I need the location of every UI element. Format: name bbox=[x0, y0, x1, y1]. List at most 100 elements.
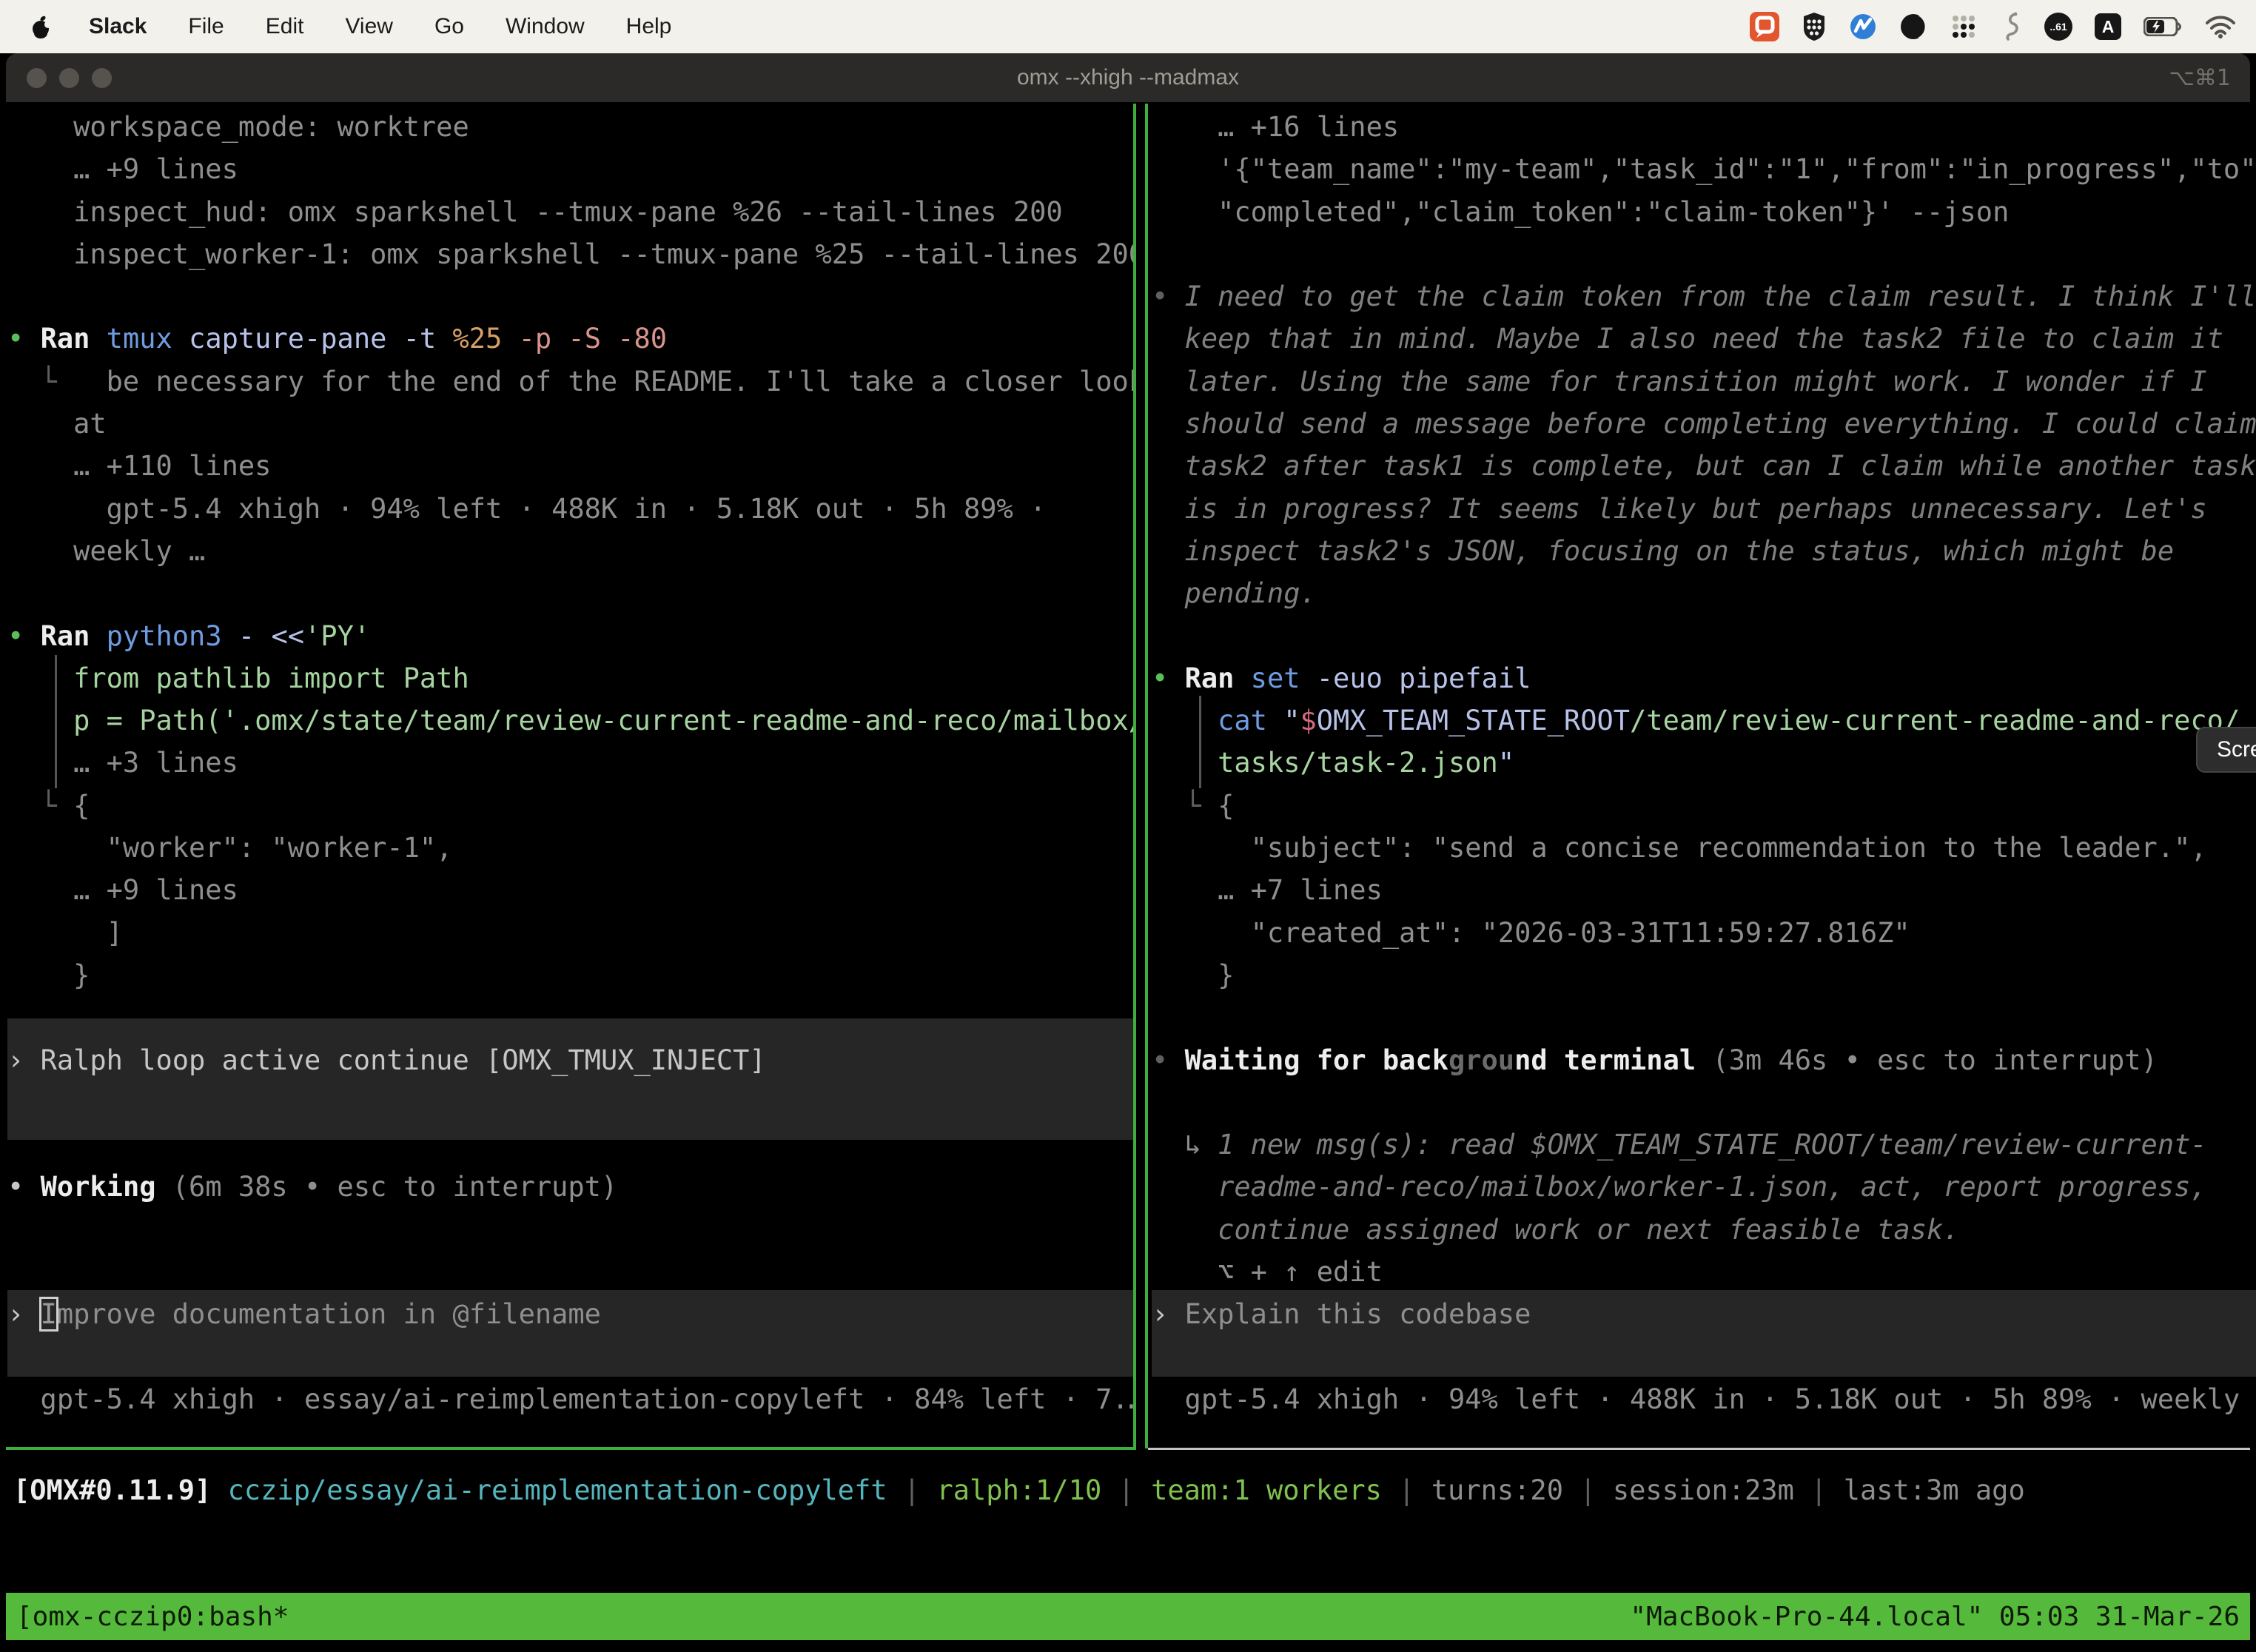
text-segment: • bbox=[7, 323, 41, 355]
terminal-line: '{"team_name":"my-team","task_id":"1","f… bbox=[1152, 148, 2256, 190]
spark-icon[interactable] bbox=[1849, 13, 1877, 41]
dots-grid-icon[interactable] bbox=[1950, 13, 1978, 41]
terminal-line: tasks/task-2.json" bbox=[1152, 742, 2256, 784]
terminal-line: workspace_mode: worktree bbox=[7, 106, 1133, 148]
text-segment: /team/review-current-readme-and-reco/ bbox=[1630, 705, 2240, 736]
terminal-line bbox=[1152, 996, 2256, 1038]
menu-window[interactable]: Window bbox=[506, 14, 585, 39]
terminal-line: keep that in mind. Maybe I also need the… bbox=[1152, 318, 2256, 360]
terminal-line: weekly … bbox=[7, 530, 1133, 572]
menu-slack[interactable]: Slack bbox=[89, 14, 147, 39]
prompt-input[interactable]: › Ralph loop active continue [OMX_TMUX_I… bbox=[7, 1039, 1133, 1081]
text-segment: • bbox=[1152, 1044, 1185, 1076]
text-segment: $ bbox=[1300, 705, 1317, 736]
menu-help[interactable]: Help bbox=[626, 14, 672, 39]
terminal-line: └ { bbox=[1152, 785, 2256, 827]
text-segment: nd terminal bbox=[1514, 1044, 1712, 1076]
terminal-line: later. Using the same for transition mig… bbox=[1152, 360, 2256, 403]
text-segment: ralph:1/10 bbox=[936, 1474, 1101, 1506]
text-segment: ] bbox=[7, 917, 123, 949]
text-segment: at bbox=[7, 408, 107, 440]
text-segment: › bbox=[7, 1298, 41, 1330]
text-segment: '{"team_name":"my-team","task_id":"1","f… bbox=[1152, 153, 2256, 185]
terminal-line bbox=[7, 572, 1133, 614]
menu-file[interactable]: File bbox=[188, 14, 224, 39]
badge-61-icon[interactable]: ..61 bbox=[2044, 13, 2072, 41]
text-segment: session:23m bbox=[1613, 1474, 1794, 1506]
terminal-line: cat "$OMX_TEAM_STATE_ROOT/team/review-cu… bbox=[1152, 699, 2256, 742]
text-segment: … +110 lines bbox=[7, 450, 271, 482]
terminal-line: "completed","claim_token":"claim-token"}… bbox=[1152, 191, 2256, 233]
battery-icon[interactable] bbox=[2143, 17, 2182, 36]
text-segment: | bbox=[887, 1474, 937, 1506]
squiggle-icon[interactable] bbox=[2000, 12, 2022, 41]
terminal-line: • Working (6m 38s • esc to interrupt) bbox=[7, 1166, 1133, 1208]
text-segment: "worker": "worker-1", bbox=[7, 832, 452, 864]
text-segment: | bbox=[1794, 1474, 1844, 1506]
text-segment: … +7 lines bbox=[1152, 874, 1383, 906]
text-segment: << bbox=[271, 620, 304, 652]
text-segment: -euo pipefail bbox=[1317, 662, 1531, 694]
text-segment: └ bbox=[7, 366, 107, 397]
text-segment: from pathlib import Path bbox=[7, 662, 469, 694]
terminal-line bbox=[1152, 1081, 2256, 1124]
pie-chart-icon[interactable] bbox=[1899, 13, 1927, 41]
terminal-line bbox=[7, 1251, 1133, 1293]
text-segment: } bbox=[1152, 959, 1234, 991]
prompt-input[interactable]: › Explain this codebase bbox=[1152, 1293, 2256, 1335]
text-segment: is in progress? It seems likely but perh… bbox=[1152, 493, 2207, 525]
chat-app-icon[interactable] bbox=[1750, 12, 1779, 41]
terminal-line: … +9 lines bbox=[7, 869, 1133, 911]
menu-edit[interactable]: Edit bbox=[266, 14, 304, 39]
pane-divider[interactable] bbox=[1145, 104, 1148, 1448]
terminal-line: pending. bbox=[1152, 572, 2256, 614]
keyboard-layout-icon[interactable]: A bbox=[2095, 13, 2121, 40]
terminal-line: └ { bbox=[7, 785, 1133, 827]
text-segment: inspect_hud: omx sparkshell --tmux-pane … bbox=[7, 196, 1063, 228]
window-titlebar[interactable]: omx --xhigh --madmax ⌥⌘1 bbox=[6, 53, 2250, 102]
terminal-line: task2 after task1 is complete, but can I… bbox=[1152, 445, 2256, 487]
tmux-status-bar: [omx-cczip0:bash* "MacBook-Pro-44.local"… bbox=[6, 1593, 2250, 1640]
terminal-line: gpt-5.4 xhigh · 94% left · 488K in · 5.1… bbox=[1152, 1378, 2256, 1420]
text-segment: • bbox=[7, 1171, 41, 1203]
text-segment: cat bbox=[1218, 705, 1283, 736]
text-segment: } bbox=[7, 959, 90, 991]
menu-view[interactable]: View bbox=[345, 14, 392, 39]
text-segment: "created_at": "2026-03-31T11:59:27.816Z" bbox=[1152, 917, 1910, 949]
text-segment: I need to get the claim token from the c… bbox=[1185, 281, 2256, 312]
terminal-line bbox=[7, 1124, 1133, 1166]
terminal-line bbox=[7, 1209, 1133, 1251]
menu-go[interactable]: Go bbox=[434, 14, 464, 39]
shield-grid-icon[interactable] bbox=[1802, 12, 1827, 41]
terminal-line: "worker": "worker-1", bbox=[7, 827, 1133, 869]
text-segment: p = Path('.omx/state/team/review-current… bbox=[7, 705, 1133, 736]
text-segment: grou bbox=[1448, 1044, 1514, 1076]
window-title: omx --xhigh --madmax bbox=[6, 65, 2250, 90]
text-segment: • bbox=[1152, 281, 1185, 312]
text-segment bbox=[1152, 705, 1218, 736]
text-segment: task2 after task1 is complete, but can I… bbox=[1152, 450, 2256, 482]
wifi-icon[interactable] bbox=[2204, 15, 2237, 38]
text-segment: { bbox=[73, 790, 90, 822]
terminal-line bbox=[7, 1336, 1133, 1378]
right-terminal-pane[interactable]: … +16 lines '{"team_name":"my-team","tas… bbox=[1152, 104, 2256, 1447]
terminal-line: ↳ 1 new msg(s): read $OMX_TEAM_STATE_ROO… bbox=[1152, 1124, 2256, 1166]
text-segment: 'PY' bbox=[304, 620, 370, 652]
apple-menu-icon[interactable] bbox=[30, 14, 52, 39]
tmux-session-label: [omx-cczip0:bash* bbox=[16, 1602, 289, 1632]
terminal-line: • Waiting for background terminal (3m 46… bbox=[1152, 1039, 2256, 1081]
left-terminal-pane[interactable]: workspace_mode: worktree … +9 lines insp… bbox=[7, 104, 1133, 1447]
text-segment: be necessary for the end of the README. … bbox=[107, 366, 1133, 397]
text-segment: Working bbox=[41, 1171, 172, 1203]
pane-divider[interactable] bbox=[1133, 104, 1136, 1448]
text-segment: • bbox=[7, 620, 41, 652]
terminal-line: inspect task2's JSON, focusing on the st… bbox=[1152, 530, 2256, 572]
screen-tooltip: Scre bbox=[2196, 727, 2256, 773]
prompt-input[interactable]: › Improve documentation in @filename bbox=[7, 1293, 1133, 1335]
text-segment: ⌥ + ↑ edit bbox=[1152, 1256, 1383, 1288]
omx-status-line: [OMX#0.11.9] cczip/essay/ai-reimplementa… bbox=[13, 1474, 2025, 1506]
terminal-line: continue assigned work or next feasible … bbox=[1152, 1209, 2256, 1251]
text-segment: weekly … bbox=[7, 535, 205, 567]
text-segment: set bbox=[1251, 662, 1317, 694]
text-segment: | bbox=[1563, 1474, 1613, 1506]
